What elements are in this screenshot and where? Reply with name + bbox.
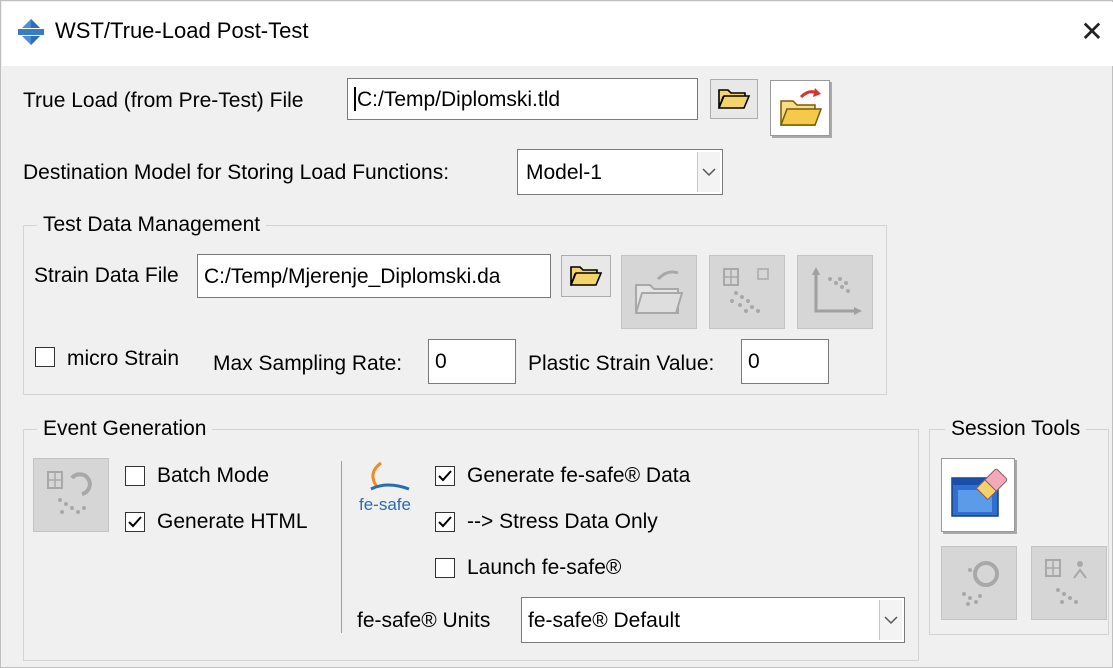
stress-data-only-label: --> Stress Data Only [467,510,658,533]
chevron-down-icon [697,152,720,192]
event-generation-icon [47,471,92,514]
generate-html-checkbox[interactable] [125,512,145,532]
micro-strain-label: micro Strain [67,347,180,370]
checkmark-icon [438,516,452,528]
close-icon[interactable]: ✕ [1074,14,1110,50]
micro-strain-checkbox[interactable] [35,347,55,367]
launch-fesafe-label: Launch fe-safe® [467,556,622,579]
true-load-file-input[interactable]: C:/Temp/Diplomski.tld [347,78,698,120]
event-generation-title: Event Generation [37,417,213,441]
diamond-app-icon [18,19,44,45]
generate-fesafe-data-label: Generate fe-safe® Data [467,464,691,487]
folder-open-icon [569,266,603,286]
clean-session-button[interactable] [941,458,1015,532]
rotate-node-icon [962,561,999,606]
strain-data-file-label: Strain Data File [34,264,179,287]
plastic-strain-value-input[interactable]: 0 [741,339,829,384]
session-tool-3-button[interactable] [1031,546,1107,620]
fesafe-units-label: fe-safe® Units [357,609,491,632]
stress-data-only-checkbox[interactable] [435,512,455,532]
fesafe-units-select[interactable]: fe-safe® Default [521,597,905,643]
batch-mode-checkbox[interactable] [125,466,145,486]
destination-model-label: Destination Model for Storing Load Funct… [23,161,450,184]
destination-model-value: Model-1 [526,160,602,184]
checkmark-icon [128,516,142,528]
scatter-plot-button[interactable] [709,255,785,329]
strain-data-browse-button[interactable] [561,255,611,297]
generate-fesafe-data-checkbox[interactable] [435,466,455,486]
true-load-file-value: C:/Temp/Diplomski.tld [357,87,561,111]
true-load-browse-button[interactable] [710,79,758,119]
batch-mode-label: Batch Mode [157,464,270,487]
fesafe-logo-mark [370,461,410,491]
axis-plot-icon [812,267,862,315]
max-sampling-rate-label: Max Sampling Rate: [213,352,403,375]
plastic-strain-value-label: Plastic Strain Value: [528,352,715,375]
max-sampling-rate-value: 0 [435,350,447,373]
axis-plot-button[interactable] [797,255,873,329]
strain-data-file-input[interactable]: C:/Temp/Mjerenje_Diplomski.da [197,254,551,298]
window-eraser-icon [951,468,1008,517]
window-title: WST/True-Load Post-Test [55,18,309,43]
scatter-plot-icon [723,268,769,313]
event-generation-button[interactable] [33,458,109,532]
true-load-import-button[interactable] [770,80,830,136]
test-data-management-title: Test Data Management [37,213,267,237]
session-tools-title: Session Tools [945,417,1087,441]
destination-model-select[interactable]: Model-1 [517,149,723,195]
fesafe-logo: fe-safe [357,459,417,529]
session-tool-2-button[interactable] [941,546,1017,620]
chevron-down-icon [879,600,902,640]
strain-data-file-value: C:/Temp/Mjerenje_Diplomski.da [204,264,501,288]
true-load-label: True Load (from Pre-Test) File [23,89,304,112]
dialog-window: WST/True-Load Post-Test ✕ True Load (fro… [0,0,1113,668]
folder-open-icon [717,89,751,109]
grid-runner-icon [1045,559,1087,604]
fesafe-units-value: fe-safe® Default [528,608,681,632]
folder-import-icon [779,88,823,126]
launch-fesafe-checkbox[interactable] [435,558,455,578]
plastic-strain-value: 0 [748,350,760,373]
fesafe-logo-text: fe-safe [359,495,411,514]
max-sampling-rate-input[interactable]: 0 [428,339,516,384]
strain-data-import-button[interactable] [621,255,697,329]
folder-import-icon [634,270,684,314]
title-bar[interactable]: WST/True-Load Post-Test ✕ [2,2,1113,66]
vertical-divider [341,461,342,633]
text-cursor [354,87,356,111]
checkmark-icon [438,470,452,482]
generate-html-label: Generate HTML [157,510,308,533]
